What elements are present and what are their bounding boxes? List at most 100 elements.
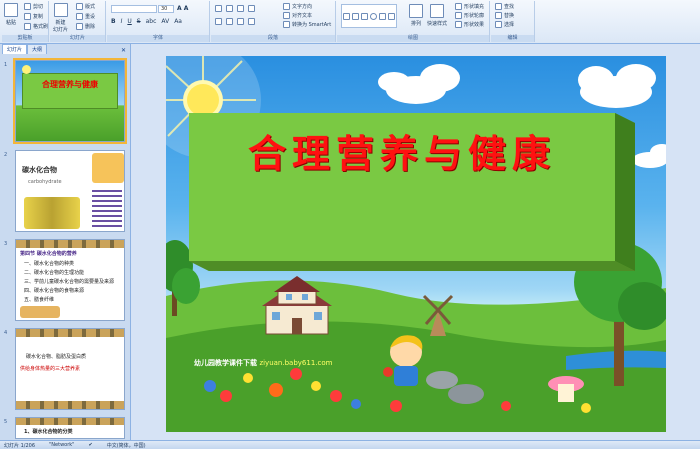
paragraph-group: 文字方向 对齐文本 转换为 SmartArt 段落 [211, 1, 336, 42]
indent-icon [237, 5, 244, 12]
numbered-list-icon [226, 5, 233, 12]
align-right-icon [237, 18, 244, 25]
grow-font-button[interactable]: A A [177, 5, 188, 12]
slide-counter: 幻灯片 1/206 [4, 442, 35, 449]
slides-panel: 幻灯片 大纲 ✕ 1 合理营养与健康 2 碳水化合物 carbohydrate … [0, 44, 131, 440]
food-border [16, 329, 124, 337]
find-button[interactable]: 查找 [495, 3, 514, 10]
shape-outline-button[interactable]: 形状轮廓 [455, 12, 484, 19]
smartart-icon [283, 21, 290, 28]
new-slide-button[interactable]: 新建 幻灯片 [53, 3, 68, 33]
format-painter-button[interactable]: 格式刷 [24, 23, 48, 30]
replace-icon [495, 12, 502, 19]
status-bar: 幻灯片 1/206 "Network" ✔ 中文(简体，中国) [0, 440, 700, 449]
oval-shape-icon [370, 12, 377, 20]
copy-icon [24, 13, 31, 20]
line-shape-icon [352, 12, 359, 20]
drawing-group: 排列 快速样式 形状填充 形状轮廓 形状效果 绘图 [337, 1, 490, 42]
align-text-icon [283, 12, 290, 19]
pen-outline-icon [455, 12, 462, 19]
food-image [92, 153, 124, 183]
tab-slides[interactable]: 幻灯片 [2, 44, 28, 54]
slide-thumbnail-5[interactable]: 1、碳水化合物的分类 [15, 417, 125, 439]
align-center-icon [226, 18, 233, 25]
language-indicator[interactable]: 中文(简体，中国) [107, 442, 146, 449]
thumb3-title: 第四节 碳水化合物的营养 [20, 251, 77, 257]
cloud-icon [578, 64, 656, 108]
slide-thumbnail-3[interactable]: 第四节 碳水化合物的营养 一、碳水化合物的种类 二、碳水化合物的生理功能 三、学… [15, 239, 125, 321]
font-name-box[interactable] [111, 5, 157, 13]
watermark-prefix: 幼儿园教学课件下载 [194, 359, 260, 367]
quick-styles-icon [430, 4, 444, 18]
font-group-label: 字体 [107, 35, 209, 42]
brush-icon [24, 23, 31, 30]
shape-fill-button[interactable]: 形状填充 [455, 3, 484, 10]
layout-icon [76, 3, 83, 10]
food-image [20, 306, 60, 318]
clipboard-group: 粘贴 剪切 复制 格式刷 剪贴板 [2, 1, 49, 42]
food-border [16, 240, 124, 248]
cut-button[interactable]: 剪切 [24, 3, 43, 10]
binoculars-icon [495, 3, 502, 10]
font-size-box[interactable]: 30 [158, 5, 174, 13]
slide-canvas[interactable]: 合理营养与健康 幼儿园教学课件下载 ziyuan.baby611.com [166, 56, 666, 432]
fill-bucket-icon [455, 3, 462, 10]
convert-smartart-button[interactable]: 转换为 SmartArt [283, 21, 331, 28]
text-direction-icon [283, 3, 290, 10]
slide-number: 1 [4, 62, 8, 68]
bullet-list-icon [215, 5, 222, 12]
watermark-url: ziyuan.baby611.com [259, 359, 333, 367]
thumb2-title: 碳水化合物 [22, 166, 57, 174]
food-border [16, 401, 124, 409]
clipboard-group-label: 剪贴板 [2, 35, 48, 42]
thumb3-item: 四、碳水化合物的食物来源 [24, 288, 85, 294]
title-placeholder[interactable]: 合理营养与健康 [189, 113, 635, 271]
slide-number: 3 [4, 241, 8, 247]
select-button[interactable]: 选择 [495, 21, 514, 28]
cloud-icon [632, 144, 666, 168]
reset-button[interactable]: 重设 [76, 13, 95, 20]
reset-icon [76, 13, 83, 20]
arrow-shape-icon [361, 12, 368, 20]
slide-number: 5 [4, 419, 8, 425]
thumb5-title: 1、碳水化合物的分类 [24, 429, 73, 435]
slides-group-label: 幻灯片 [50, 35, 105, 42]
text-direction-button[interactable]: 文字方向 [283, 3, 312, 10]
align-buttons[interactable] [215, 18, 255, 25]
triangle-shape-icon [379, 12, 386, 20]
corn-image [24, 197, 80, 229]
slide-thumbnail-1[interactable]: 合理营养与健康 [13, 58, 127, 144]
delete-icon [76, 23, 83, 30]
layout-button[interactable]: 版式 [76, 3, 95, 10]
slide-thumbnail-4[interactable]: 碳水化合物、脂肪及蛋白质 供给身体热量的三大营养素 [15, 328, 125, 410]
list-buttons[interactable] [215, 5, 255, 12]
outdent-icon [248, 5, 255, 12]
replace-button[interactable]: 替换 [495, 12, 514, 19]
font-format-buttons[interactable]: B I U Sabc AV Aa [111, 18, 182, 25]
shape-effects-button[interactable]: 形状效果 [455, 21, 484, 28]
paste-button[interactable]: 粘贴 [4, 3, 18, 26]
new-slide-icon [53, 3, 68, 17]
sun-graphic [22, 65, 31, 74]
slide-thumbnail-2[interactable]: 碳水化合物 carbohydrate [15, 150, 125, 232]
close-icon[interactable]: ✕ [121, 47, 126, 54]
arrange-icon [409, 4, 423, 18]
arrange-button[interactable]: 排列 [409, 4, 423, 27]
delete-button[interactable]: 删除 [76, 23, 95, 30]
thumb3-item: 三、学前儿童碳水化合物的需要量及来源 [24, 279, 115, 285]
star-shape-icon [388, 12, 395, 20]
font-group: 30 A A B I U Sabc AV Aa 字体 [107, 1, 210, 42]
shapes-gallery[interactable] [341, 4, 397, 28]
spellcheck-icon[interactable]: ✔ [88, 442, 92, 448]
ribbon: 粘贴 剪切 复制 格式刷 剪贴板 新建 幻灯片 版式 重设 删除 幻灯片 30 … [0, 0, 700, 44]
justify-icon [248, 18, 255, 25]
panel-tabs: 幻灯片 大纲 ✕ [0, 44, 130, 54]
slide-title[interactable]: 合理营养与健康 [189, 123, 615, 178]
dots-decoration [92, 187, 122, 227]
align-text-button[interactable]: 对齐文本 [283, 12, 312, 19]
scissors-icon [24, 3, 31, 10]
thumb4-line1: 碳水化合物、脂肪及蛋白质 [26, 354, 87, 360]
copy-button[interactable]: 复制 [24, 13, 43, 20]
tab-outline[interactable]: 大纲 [27, 44, 48, 54]
quick-styles-button[interactable]: 快速样式 [427, 4, 447, 27]
